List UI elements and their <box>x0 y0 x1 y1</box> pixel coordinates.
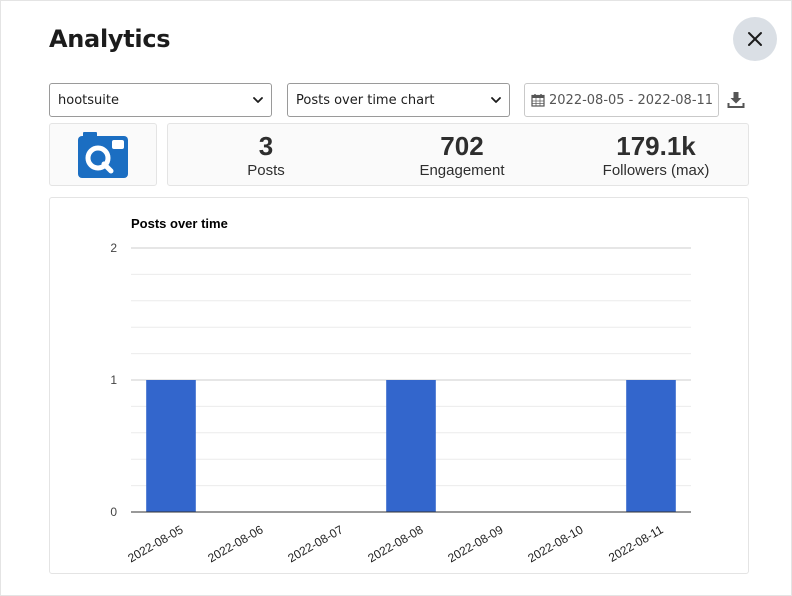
chevron-down-icon <box>491 96 501 103</box>
bar <box>386 380 436 512</box>
download-button[interactable] <box>727 91 745 109</box>
y-tick-label: 0 <box>110 505 117 519</box>
x-tick-label: 2022-08-05 <box>125 522 185 565</box>
stat-label: Followers (max) <box>602 162 710 179</box>
close-button[interactable] <box>733 17 777 61</box>
bar <box>146 380 196 512</box>
stat-posts: 3 Posts <box>186 130 346 180</box>
account-logo-card <box>49 123 157 186</box>
chart-card: Posts over time 0 1 2 2022-08-05 2022-08-06 20… <box>49 197 749 574</box>
stat-label: Engagement <box>419 162 505 179</box>
x-tick-label: 2022-08-10 <box>525 522 585 565</box>
stat-followers: 179.1k Followers (max) <box>576 130 736 180</box>
account-select-value: hootsuite <box>58 92 119 108</box>
report-type-select-value: Posts over time chart <box>296 92 435 108</box>
x-tick-label: 2022-08-06 <box>205 522 265 565</box>
y-tick-label: 2 <box>110 241 117 255</box>
stat-value: 179.1k <box>616 131 696 161</box>
x-tick-label: 2022-08-08 <box>365 522 425 565</box>
account-select[interactable]: hootsuite <box>49 83 272 117</box>
stat-value: 702 <box>440 131 484 161</box>
stats-summary: 3 Posts 702 Engagement 179.1k Followers … <box>167 123 749 186</box>
stat-value: 3 <box>258 131 274 161</box>
chart-title: Posts over time <box>131 216 228 231</box>
close-icon <box>748 32 762 46</box>
report-type-select[interactable]: Posts over time chart <box>287 83 510 117</box>
calendar-icon <box>531 93 545 107</box>
x-tick-label: 2022-08-09 <box>445 522 505 565</box>
analytics-dialog: Analytics hootsuite Posts over time char… <box>0 0 792 596</box>
stat-engagement: 702 Engagement <box>382 130 542 180</box>
camera-search-logo-icon <box>78 131 128 178</box>
dialog-title: Analytics <box>49 25 171 53</box>
date-range-picker[interactable]: 2022-08-05 - 2022-08-11 <box>524 83 719 117</box>
x-tick-label: 2022-08-07 <box>285 522 345 565</box>
x-tick-label: 2022-08-11 <box>606 522 666 565</box>
chevron-down-icon <box>253 96 263 103</box>
bar <box>626 380 676 512</box>
download-icon <box>727 92 745 108</box>
y-tick-label: 1 <box>110 373 117 387</box>
posts-over-time-chart: Posts over time 0 1 2 2022-08-05 2022-08-06 20… <box>110 216 691 565</box>
stat-label: Posts <box>247 162 285 179</box>
date-range-value: 2022-08-05 - 2022-08-11 <box>549 92 714 108</box>
